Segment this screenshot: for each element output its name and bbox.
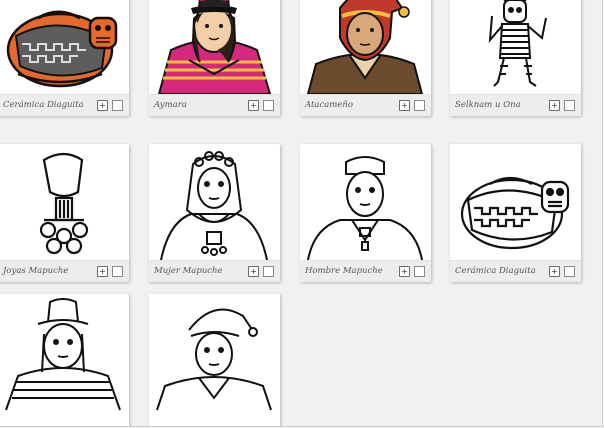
add-icon[interactable]: + (549, 266, 560, 277)
aymara-lineart-image[interactable] (0, 294, 129, 411)
pictogram-grid: Cerámica Diaguita + Aymara + Atacameño +… (0, 0, 603, 427)
card-selknam-color[interactable]: Selknam u Ona + (450, 0, 581, 116)
atacameno-lineart-image[interactable] (149, 294, 280, 411)
ceramica-diaguita-lineart-image[interactable] (450, 144, 581, 261)
aymara-image[interactable] (149, 0, 280, 95)
card-footer: Hombre Mapuche + (300, 260, 431, 282)
card-label: Joyas Mapuche (3, 266, 69, 276)
card-mujer-mapuche[interactable]: Mujer Mapuche + (149, 144, 280, 282)
card-ceramica-diaguita-lineart[interactable]: Cerámica Diaguita + (450, 144, 581, 282)
add-icon[interactable]: + (97, 100, 108, 111)
joyas-mapuche-image[interactable] (0, 144, 129, 261)
card-hombre-mapuche[interactable]: Hombre Mapuche + (300, 144, 431, 282)
card-label: Cerámica Diaguita (3, 100, 84, 110)
card-aymara-color[interactable]: Aymara + (149, 0, 280, 116)
card-label: Hombre Mapuche (305, 266, 383, 276)
checkbox-icon[interactable] (564, 100, 575, 111)
hombre-mapuche-image[interactable] (300, 144, 431, 261)
checkbox-icon[interactable] (112, 100, 123, 111)
checkbox-icon[interactable] (564, 266, 575, 277)
card-footer: Cerámica Diaguita + (0, 94, 129, 116)
add-icon[interactable]: + (399, 100, 410, 111)
add-icon[interactable]: + (97, 266, 108, 277)
add-icon[interactable]: + (549, 100, 560, 111)
card-label: Cerámica Diaguita (455, 266, 536, 276)
card-atacameno-lineart[interactable] (149, 294, 280, 426)
card-label: Selknam u Ona (455, 100, 521, 110)
card-footer: Cerámica Diaguita + (450, 260, 581, 282)
card-joyas-mapuche[interactable]: Joyas Mapuche + (0, 144, 129, 282)
add-icon[interactable]: + (399, 266, 410, 277)
checkbox-icon[interactable] (414, 266, 425, 277)
atacameno-image[interactable] (300, 0, 431, 95)
card-aymara-lineart[interactable] (0, 294, 129, 426)
ceramica-diaguita-image[interactable] (0, 0, 129, 95)
selknam-image[interactable] (450, 0, 581, 95)
checkbox-icon[interactable] (263, 266, 274, 277)
card-footer: Mujer Mapuche + (149, 260, 280, 282)
card-label: Atacameño (305, 100, 353, 110)
card-label: Mujer Mapuche (154, 266, 223, 276)
card-footer: Aymara + (149, 94, 280, 116)
checkbox-icon[interactable] (263, 100, 274, 111)
card-footer: Atacameño + (300, 94, 431, 116)
add-icon[interactable]: + (248, 266, 259, 277)
card-label: Aymara (154, 100, 187, 110)
card-footer: Selknam u Ona + (450, 94, 581, 116)
card-footer: Joyas Mapuche + (0, 260, 129, 282)
checkbox-icon[interactable] (414, 100, 425, 111)
card-ceramica-diaguita-color[interactable]: Cerámica Diaguita + (0, 0, 129, 116)
card-atacameno-color[interactable]: Atacameño + (300, 0, 431, 116)
mujer-mapuche-image[interactable] (149, 144, 280, 261)
add-icon[interactable]: + (248, 100, 259, 111)
checkbox-icon[interactable] (112, 266, 123, 277)
